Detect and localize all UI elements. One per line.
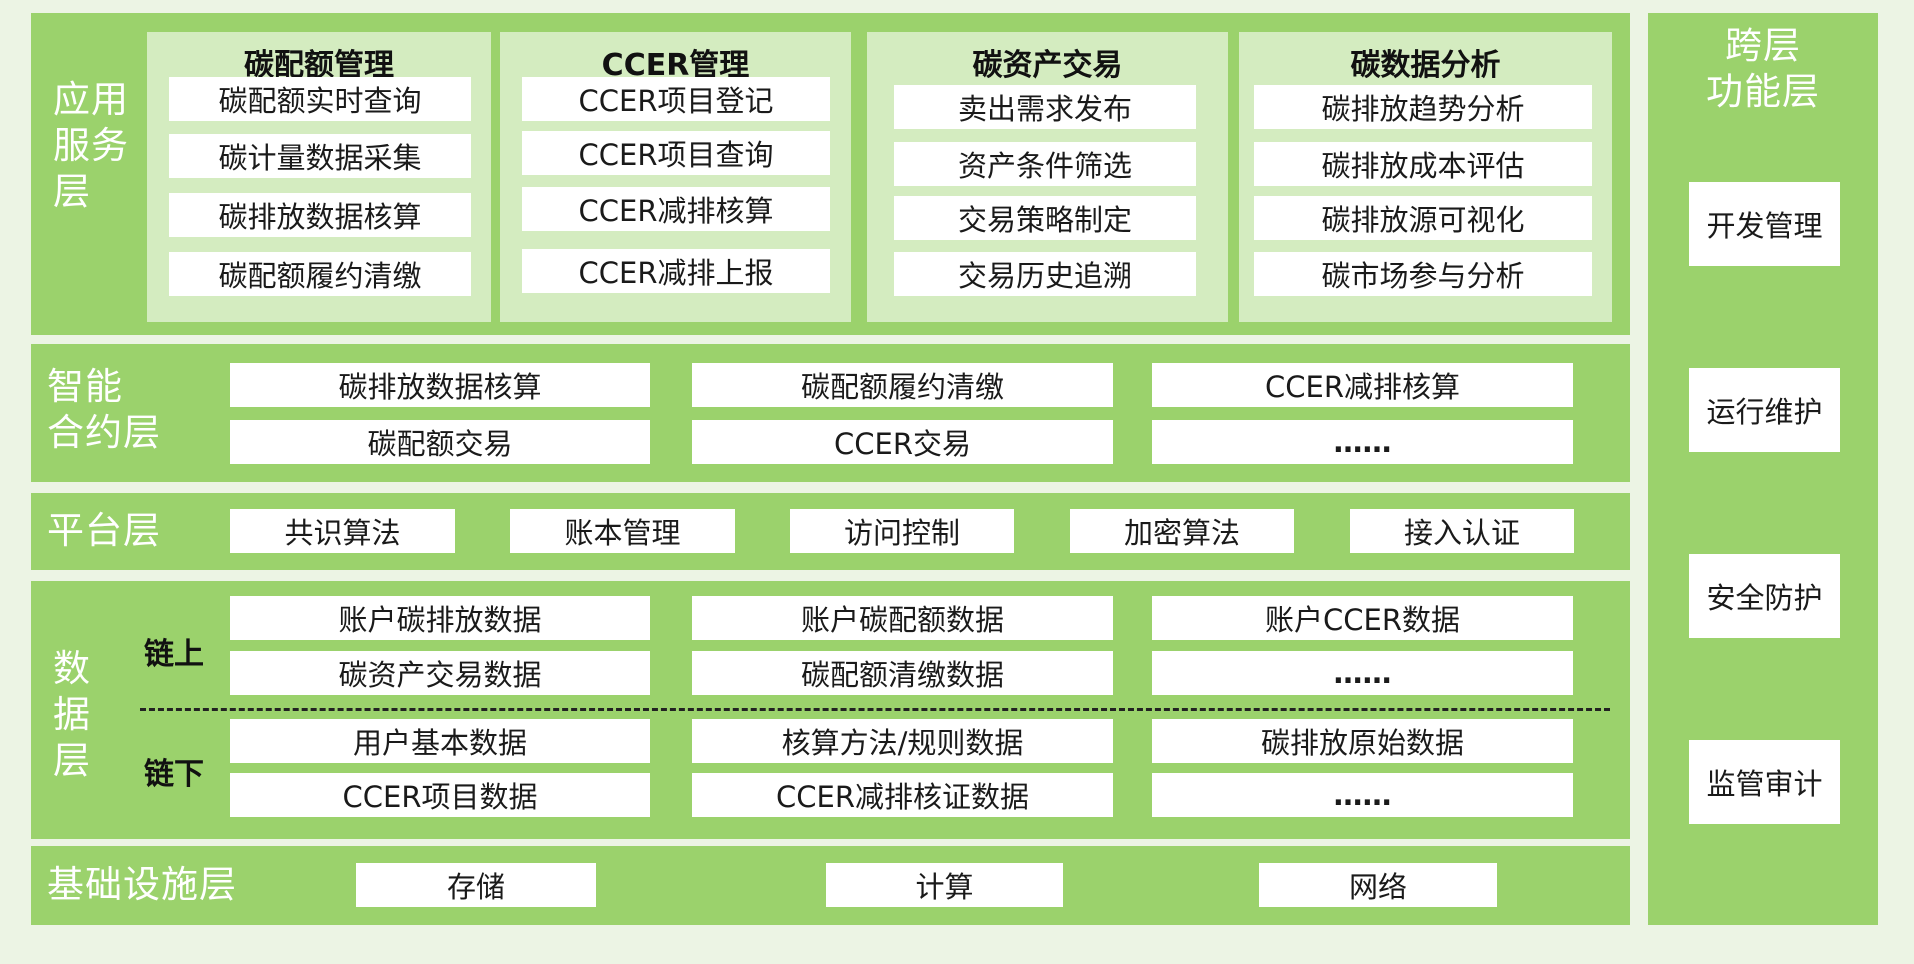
cross-layer-title: 跨层 功能层 [1706,24,1820,113]
item-ccer-reduction-reporting: CCER减排上报 [522,249,830,293]
item-carbon-quota-realtime-query: 碳配额实时查询 [169,77,471,121]
item-trading-history-trace: 交易历史追溯 [894,252,1196,296]
cross-regulatory-audit: 监管审计 [1689,740,1840,824]
panel-title: 碳数据分析 [1350,48,1501,83]
smart-contract-layer: 智能 合约层 碳排放数据核算 碳配额履约清缴 CCER减排核算 碳配额交易 CC… [31,344,1630,482]
item-emission-source-visualization: 碳排放源可视化 [1254,196,1592,240]
contract-quota-compliance-settlement: 碳配额履约清缴 [692,363,1113,407]
infra-storage: 存储 [356,863,596,907]
panel-carbon-asset-trading: 碳资产交易 卖出需求发布 资产条件筛选 交易策略制定 交易历史追溯 [867,32,1228,322]
on-chain-more-ellipsis: …… [1152,651,1573,695]
item-carbon-quota-compliance-settlement: 碳配额履约清缴 [169,252,471,296]
platform-access-control: 访问控制 [790,509,1014,553]
platform-consensus-algorithm: 共识算法 [230,509,455,553]
off-chain-ccer-verification-data: CCER减排核证数据 [692,773,1113,817]
infra-compute: 计算 [826,863,1063,907]
contract-more-ellipsis: …… [1152,420,1573,464]
panel-carbon-data-analysis: 碳数据分析 碳排放趋势分析 碳排放成本评估 碳排放源可视化 碳市场参与分析 [1239,32,1612,322]
platform-layer-label: 平台层 [47,509,161,552]
off-chain-emission-raw-data: 碳排放原始数据 [1152,719,1573,763]
item-emission-cost-assessment: 碳排放成本评估 [1254,142,1592,186]
panel-title: 碳资产交易 [972,48,1123,83]
item-carbon-market-participation-analysis: 碳市场参与分析 [1254,252,1592,296]
item-carbon-metering-data-collection: 碳计量数据采集 [169,134,471,178]
item-trading-strategy: 交易策略制定 [894,196,1196,240]
panel-carbon-quota-management: 碳配额管理 碳配额实时查询 碳计量数据采集 碳排放数据核算 碳配额履约清缴 [147,32,491,322]
off-chain-label: 链下 [144,757,204,792]
panel-ccer-management: CCER管理 CCER项目登记 CCER项目查询 CCER减排核算 CCER减排… [500,32,851,322]
on-chain-account-emission-data: 账户碳排放数据 [230,596,650,640]
application-service-layer-label: 应用 服务 层 [53,78,129,213]
item-emission-trend-analysis: 碳排放趋势分析 [1254,85,1592,129]
off-chain-accounting-rules-data: 核算方法/规则数据 [692,719,1113,763]
data-layer-label: 数 据 层 [53,647,91,782]
data-layer: 数 据 层 链上 账户碳排放数据 账户碳配额数据 账户CCER数据 碳资产交易数… [31,581,1630,839]
infrastructure-layer-label: 基础设施层 [47,863,237,906]
cross-operation-maintenance: 运行维护 [1689,368,1840,452]
cross-security-protection: 安全防护 [1689,554,1840,638]
item-asset-condition-filter: 资产条件筛选 [894,142,1196,186]
contract-ccer-trading: CCER交易 [692,420,1113,464]
on-chain-quota-settlement-data: 碳配额清缴数据 [692,651,1113,695]
platform-encryption-algorithm: 加密算法 [1070,509,1294,553]
infra-network: 网络 [1259,863,1497,907]
cross-development-management: 开发管理 [1689,182,1840,266]
on-chain-asset-trading-data: 碳资产交易数据 [230,651,650,695]
contract-carbon-quota-trading: 碳配额交易 [230,420,650,464]
chain-divider [140,708,1610,711]
item-carbon-emission-data-accounting: 碳排放数据核算 [169,193,471,237]
off-chain-ccer-project-data: CCER项目数据 [230,773,650,817]
off-chain-user-basic-data: 用户基本数据 [230,719,650,763]
off-chain-more-ellipsis: …… [1152,773,1573,817]
platform-access-authentication: 接入认证 [1350,509,1574,553]
on-chain-label: 链上 [144,637,204,672]
application-service-layer: 应用 服务 层 碳配额管理 碳配额实时查询 碳计量数据采集 碳排放数据核算 碳配… [31,13,1630,335]
platform-ledger-management: 账本管理 [510,509,735,553]
cross-layer-function-layer: 跨层 功能层 开发管理 运行维护 安全防护 监管审计 [1648,13,1878,925]
item-ccer-reduction-accounting: CCER减排核算 [522,187,830,231]
item-ccer-project-registration: CCER项目登记 [522,77,830,121]
item-ccer-project-query: CCER项目查询 [522,131,830,175]
on-chain-account-quota-data: 账户碳配额数据 [692,596,1113,640]
on-chain-account-ccer-data: 账户CCER数据 [1152,596,1573,640]
item-sell-demand-publish: 卖出需求发布 [894,85,1196,129]
contract-ccer-reduction-accounting: CCER减排核算 [1152,363,1573,407]
smart-contract-layer-label: 智能 合约层 [47,365,161,454]
contract-emission-data-accounting: 碳排放数据核算 [230,363,650,407]
platform-layer: 平台层 共识算法 账本管理 访问控制 加密算法 接入认证 [31,493,1630,570]
infrastructure-layer: 基础设施层 存储 计算 网络 [31,846,1630,925]
